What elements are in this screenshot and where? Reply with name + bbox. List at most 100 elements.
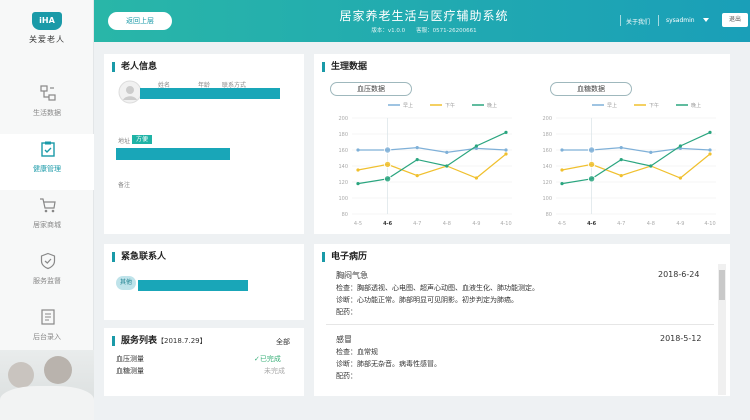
sidebar-item-shop[interactable]: 居家商城	[0, 190, 94, 246]
y-tick-label: 160	[338, 148, 348, 154]
data-point	[678, 144, 682, 148]
about-us-link[interactable]: 关于我们	[626, 17, 650, 26]
sidebar-item-life-data[interactable]: 生活数据	[0, 78, 94, 134]
record-medication: 配药：	[336, 372, 357, 380]
all-services-link[interactable]: 全部	[276, 337, 290, 347]
emergency-contact-panel: 紧急联系人 其他	[104, 244, 304, 320]
address-tag: 方便	[132, 135, 153, 144]
record-name[interactable]: 感冒	[336, 334, 352, 345]
scrollbar-thumb[interactable]	[719, 270, 725, 300]
data-point	[560, 148, 564, 152]
contact-relation-badge: 其他	[116, 276, 136, 290]
record-date: 2018-6-24	[658, 270, 700, 279]
x-tick-label: 4-5	[558, 221, 566, 227]
service-item-name: 血糖测量	[116, 367, 144, 375]
x-tick-label: 4-9	[472, 221, 480, 227]
logout-label: 退出	[728, 16, 741, 23]
note-label: 备注	[118, 182, 131, 189]
record-medication: 配药：	[336, 308, 357, 316]
data-point	[415, 174, 419, 178]
y-tick-label: 120	[338, 180, 348, 186]
sidebar-item-label: 生活数据	[33, 109, 61, 117]
sidebar-item-supervision[interactable]: 服务监督	[0, 246, 94, 302]
records-scrollbar[interactable]	[718, 264, 726, 395]
y-tick-label: 180	[542, 132, 552, 138]
shield-icon	[40, 252, 56, 270]
version-info: 版本：v1.0.0 客服：0571-26200661	[371, 28, 477, 34]
data-point	[587, 146, 596, 154]
service-item-name: 血压测量	[116, 355, 144, 363]
record-exam: 检查：血常规	[336, 348, 378, 356]
user-menu[interactable]: sysadmin	[666, 17, 695, 24]
data-point	[356, 182, 360, 186]
data-point	[383, 160, 392, 169]
logout-button[interactable]: 退出	[722, 13, 748, 27]
record-exam: 检查：胸部透视、心电图、超声心动图、血液生化、肺功能测定。	[336, 284, 539, 292]
data-point	[356, 148, 360, 152]
data-point	[587, 175, 596, 183]
sidebar-item-health[interactable]: 健康管理	[0, 134, 94, 190]
data-point	[649, 164, 653, 168]
record-name[interactable]: 胸闷气急	[336, 270, 368, 281]
records-title: 电子病历	[322, 252, 367, 262]
series-line	[357, 131, 507, 185]
bp-line-chart: 早上 下午 晚上 80 100 120 140 160 180 200 4-5 4-6 4-7 4-8 4-…	[338, 102, 512, 227]
data-point	[383, 146, 392, 154]
data-point	[560, 182, 564, 186]
data-point	[504, 152, 508, 156]
sidebar-item-label: 居家商城	[33, 221, 61, 229]
x-tick-label: 4-5	[354, 221, 362, 227]
service-list-panel: 服务列表【2018.7.29】 全部 血压测量 ✓已完成 血糖测量 未完成	[104, 328, 304, 396]
back-button[interactable]: 返回上层	[108, 12, 172, 30]
data-point	[708, 130, 712, 134]
sidebar-item-label: 健康管理	[33, 165, 61, 173]
data-point	[587, 160, 596, 169]
contact-title: 紧急联系人	[112, 252, 166, 262]
record-divider	[326, 324, 714, 325]
chevron-down-icon[interactable]	[703, 18, 709, 23]
data-point	[415, 146, 419, 150]
record-diagnosis: 诊断：心功能正常。肺部明显可见阴影。初步判定为肺癌。	[336, 296, 518, 304]
legend-label: 下午	[445, 102, 455, 109]
elder-info-title: 老人信息	[112, 62, 157, 72]
legend-label: 晚上	[691, 102, 701, 109]
x-tick-label: 4-8	[443, 221, 451, 227]
y-tick-label: 80	[546, 212, 552, 218]
data-point	[649, 150, 653, 154]
y-tick-label: 80	[342, 212, 348, 218]
address-redacted	[116, 148, 230, 160]
data-point	[356, 168, 360, 172]
service-status-pending: 未完成	[264, 367, 285, 375]
series-line	[561, 131, 711, 185]
data-point	[415, 158, 419, 162]
bp-data-button[interactable]: 血压数据	[330, 82, 412, 96]
x-tick-label: 4-7	[413, 221, 421, 227]
data-point	[678, 176, 682, 180]
data-point	[619, 158, 623, 162]
elder-info-redacted	[140, 88, 280, 99]
y-tick-label: 120	[542, 180, 552, 186]
x-tick-label: 4-7	[617, 221, 625, 227]
y-tick-label: 140	[542, 164, 552, 170]
logo-text: 关爱老人	[29, 35, 65, 44]
elder-info-panel: 老人信息 姓名 年龄 联系方式 地址 方便 备注	[104, 54, 304, 234]
record-diagnosis: 诊断：肺部无杂音。病毒性感冒。	[336, 360, 441, 368]
data-point	[474, 176, 478, 180]
elderly-photo	[0, 350, 94, 420]
x-tick-label: 4-10	[500, 221, 511, 227]
data-point	[504, 148, 508, 152]
cart-icon	[40, 198, 56, 213]
bg-data-button[interactable]: 血糖数据	[550, 82, 632, 96]
data-point	[445, 150, 449, 154]
flowchart-icon	[40, 85, 56, 101]
app-logo[interactable]: iHA 关爱老人	[20, 10, 74, 50]
legend-label: 早上	[403, 102, 413, 109]
bg-line-chart: 早上 下午 晚上 80 100 120 140 160 180 200 4-5 4-6 4-7 4-8 4-…	[542, 102, 716, 227]
clipboard-icon	[41, 141, 55, 157]
x-tick-label: 4-6	[587, 221, 597, 227]
y-tick-label: 140	[338, 164, 348, 170]
contact-redacted	[138, 280, 248, 291]
service-status-done: ✓已完成	[254, 355, 281, 363]
document-icon	[41, 309, 55, 325]
address-label: 地址	[118, 138, 131, 145]
